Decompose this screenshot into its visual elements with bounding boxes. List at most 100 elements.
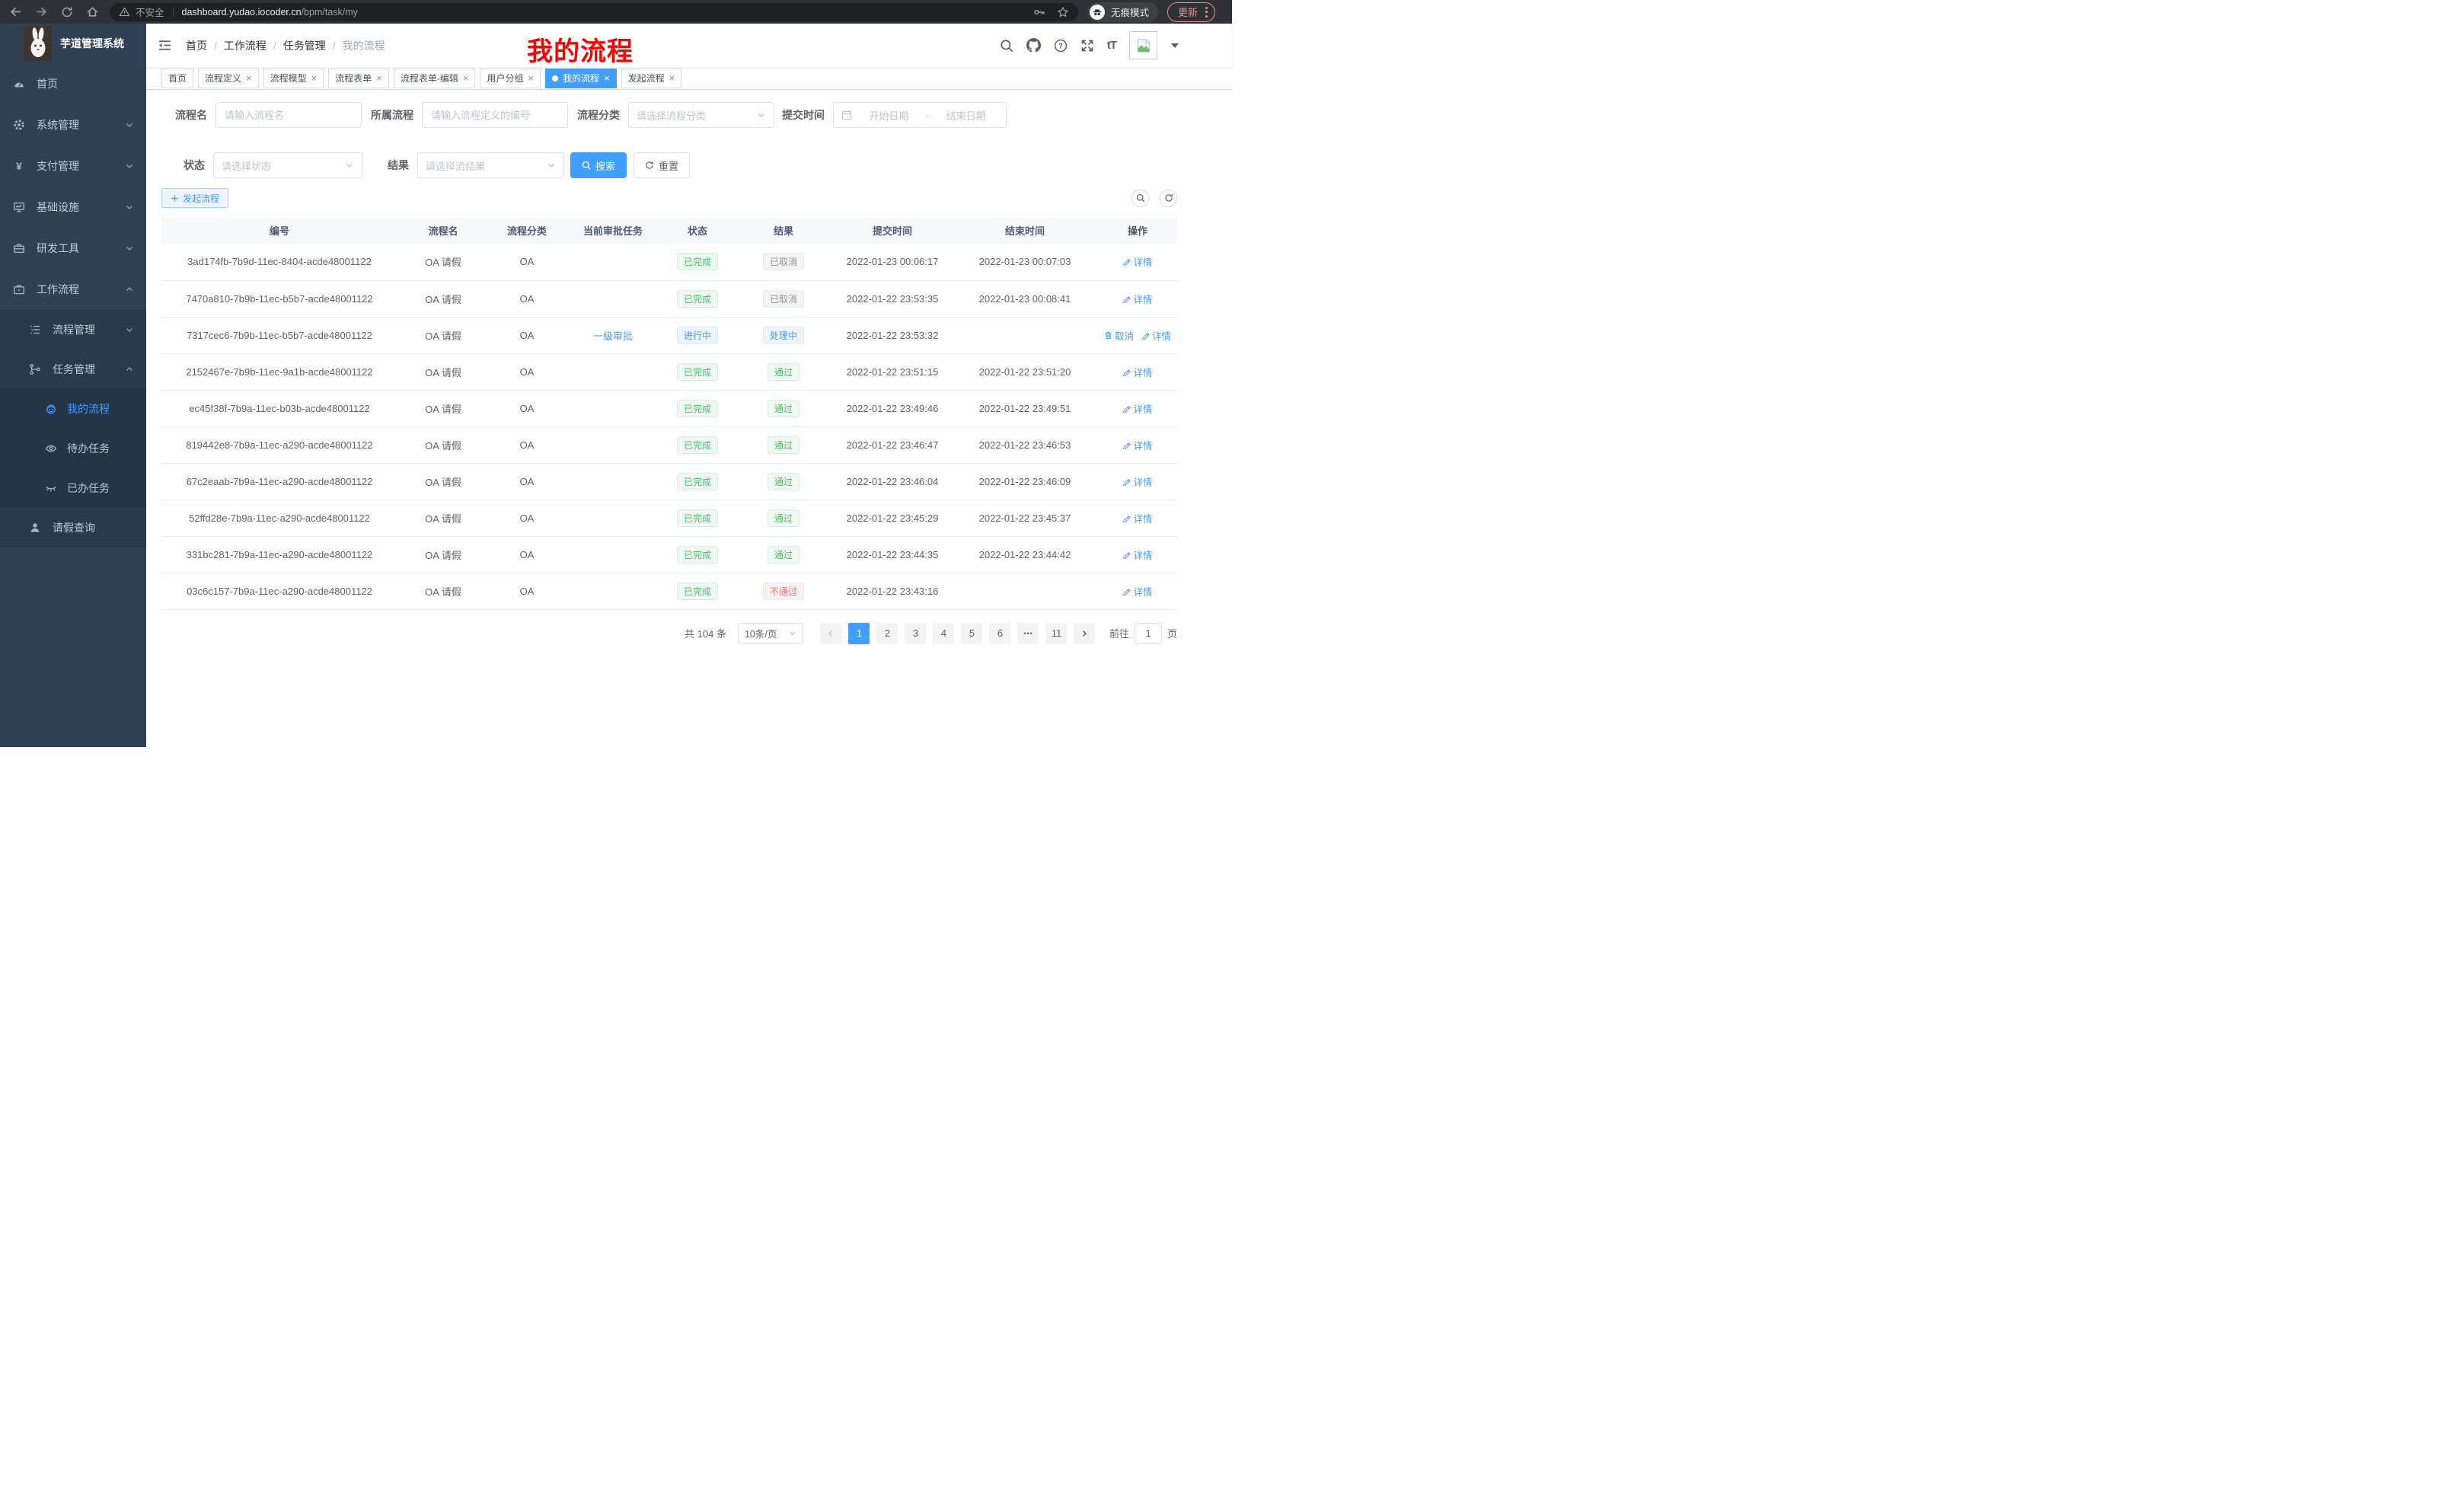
avatar-caret-icon[interactable] [1171,43,1179,48]
goto-page-input[interactable] [1135,623,1162,644]
col-result: 结果 [734,217,833,244]
hide-search-button[interactable] [1131,190,1149,207]
status-select[interactable]: 请选择状态 [213,152,362,178]
avatar[interactable] [1129,31,1157,59]
reload-icon[interactable] [61,6,73,18]
category-select[interactable]: 请选择流程分类 [628,102,774,128]
more-pages-button[interactable]: ••• [1017,623,1039,644]
tab-process-form[interactable]: 流程表单× [328,69,389,88]
page-button[interactable]: 4 [933,623,954,644]
close-icon[interactable]: × [528,73,534,83]
sidebar-item-task-management[interactable]: 任务管理 [0,350,146,389]
detail-link[interactable]: 详情 [1122,511,1152,525]
current-task-link[interactable]: 一级审批 [593,330,633,342]
sidebar-item-workflow[interactable]: 工作流程 [0,269,146,310]
status-badge: 已完成 [677,546,718,563]
sidebar-item-payment[interactable]: ¥ 支付管理 [0,145,146,187]
search-button[interactable]: 搜索 [570,152,627,178]
sidebar-item-devtools[interactable]: 研发工具 [0,228,146,269]
sidebar-item-infrastructure[interactable]: 基础设施 [0,187,146,228]
sidebar-item-todo-tasks[interactable]: 待办任务 [0,429,146,468]
table-row: 3ad174fb-7b9d-11ec-8404-acde48001122 OA … [161,244,1177,280]
close-icon[interactable]: × [463,73,469,83]
sidebar-item-leave-query[interactable]: 请假查询 [0,508,146,547]
tab-user-group[interactable]: 用户分组× [480,69,541,88]
close-icon[interactable]: × [604,73,610,83]
fullscreen-icon[interactable] [1080,39,1094,53]
key-icon[interactable] [1033,6,1045,18]
page-button[interactable]: 2 [876,623,898,644]
close-icon[interactable]: × [669,73,675,83]
page-button[interactable]: 1 [848,623,870,644]
status-badge: 进行中 [677,327,718,344]
detail-link[interactable]: 详情 [1141,328,1171,343]
status-badge: 已完成 [677,400,718,417]
tab-my-processes[interactable]: 我的流程× [545,69,617,88]
breadcrumb-item[interactable]: 工作流程 [224,38,267,53]
detail-link[interactable]: 详情 [1122,365,1152,379]
browser-menu-icon[interactable] [1205,7,1208,18]
home-icon[interactable] [86,5,99,18]
end-time: 2022-01-22 23:45:37 [979,512,1071,524]
reset-button[interactable]: 重置 [634,152,690,178]
tab-process-definition[interactable]: 流程定义× [198,69,259,88]
forward-icon[interactable] [35,5,48,18]
tab-process-form-edit[interactable]: 流程表单-编辑× [394,69,476,88]
process-id: ec45f38f-7b9a-11ec-b03b-acde48001122 [189,403,369,414]
sidebar-item-done-tasks[interactable]: 已办任务 [0,468,146,508]
sidebar-item-system[interactable]: 系统管理 [0,104,146,145]
detail-link[interactable]: 详情 [1122,254,1152,269]
incognito-label: 无痕模式 [1111,5,1149,19]
start-process-button[interactable]: 发起流程 [161,188,228,208]
help-icon[interactable]: ? [1054,39,1068,53]
sidebar-item-my-processes[interactable]: 我的流程 [0,389,146,429]
detail-link[interactable]: 详情 [1122,547,1152,562]
page-size-select[interactable]: 10条/页 [738,623,803,644]
page-unit-label: 页 [1167,626,1177,640]
back-icon[interactable] [9,5,22,18]
prev-page-button[interactable] [820,623,841,644]
process-name-input[interactable] [215,102,362,128]
url-bar[interactable]: 不安全 dashboard.yudao.iocoder.cn/bpm/task/… [110,3,1078,21]
search-icon[interactable] [1000,39,1013,53]
page-button[interactable]: 6 [989,623,1010,644]
result-select[interactable]: 请选择流结果 [417,152,564,178]
end-time: 2022-01-22 23:46:09 [979,476,1071,487]
page-button[interactable]: 3 [905,623,926,644]
tab-home[interactable]: 首页 [161,69,193,88]
sidebar-collapse-icon[interactable] [158,39,172,52]
close-icon[interactable]: × [246,73,252,83]
bookmark-star-icon[interactable] [1057,6,1069,18]
close-icon[interactable]: × [376,73,382,83]
breadcrumb-item[interactable]: 首页 [186,38,207,53]
status-badge: 已完成 [677,583,718,600]
next-page-button[interactable] [1074,623,1095,644]
detail-link[interactable]: 详情 [1122,474,1152,489]
sidebar-item-home[interactable]: 首页 [0,63,146,104]
breadcrumb-item[interactable]: 任务管理 [283,38,326,53]
detail-link[interactable]: 详情 [1122,401,1152,416]
detail-link[interactable]: 详情 [1122,438,1152,452]
yen-icon: ¥ [13,160,25,172]
not-secure-icon [119,6,130,18]
refresh-table-button[interactable] [1160,190,1177,207]
tab-start-process[interactable]: 发起流程× [621,69,682,88]
submit-time-range-picker[interactable]: 开始日期 - 结束日期 [833,102,1007,128]
detail-link[interactable]: 详情 [1122,292,1152,306]
process-id: 67c2eaab-7b9a-11ec-a290-acde48001122 [187,476,373,487]
page-button[interactable]: 5 [961,623,982,644]
page-button[interactable]: 11 [1045,623,1067,644]
github-icon[interactable] [1026,38,1041,53]
update-button[interactable]: 更新 [1167,2,1215,22]
table-row: 03c6c157-7b9a-11ec-a290-acde48001122 OA … [161,573,1177,609]
process-definition-input[interactable] [422,102,568,128]
end-time: 2022-01-22 23:46:53 [979,439,1071,451]
incognito-icon [1090,5,1105,20]
cancel-link[interactable]: 取消 [1104,328,1134,343]
close-icon[interactable]: × [311,73,318,83]
sidebar-item-process-management[interactable]: 流程管理 [0,310,146,350]
eye-closed-icon [45,482,57,494]
detail-link[interactable]: 详情 [1122,584,1152,599]
font-size-icon[interactable]: tT [1107,39,1116,52]
tab-process-model[interactable]: 流程模型× [263,69,324,88]
